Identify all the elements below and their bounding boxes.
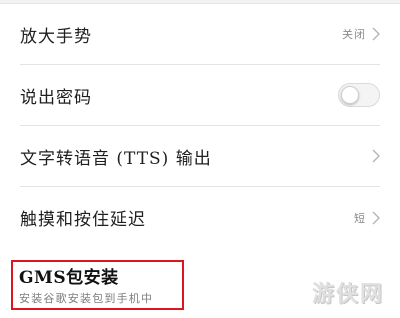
setting-right — [338, 83, 380, 107]
watermark-text: 游侠网 — [311, 281, 384, 307]
setting-row-touch-hold-delay[interactable]: 触摸和按住延迟 短 — [20, 187, 380, 248]
setting-label: 放大手势 — [20, 26, 92, 47]
setting-row-magnify-gesture[interactable]: 放大手势 关闭 — [20, 4, 380, 65]
setting-value: 短 — [354, 211, 366, 225]
setting-label: 触摸和按住延迟 — [20, 210, 146, 230]
setting-row-gms-install[interactable]: GMS包安装 安装谷歌安装包到手机中 游侠网 — [0, 250, 400, 318]
watermark: 游侠网 — [312, 276, 384, 308]
chevron-right-icon — [372, 149, 380, 163]
setting-label: 说出密码 — [20, 87, 92, 108]
toggle-knob — [341, 86, 359, 104]
speak-passwords-toggle[interactable] — [338, 83, 380, 107]
setting-value: 关闭 — [342, 28, 366, 41]
chevron-right-icon — [372, 27, 380, 41]
chevron-right-icon — [372, 211, 380, 224]
setting-right: 关闭 — [342, 26, 380, 42]
gms-title: GMS包安装 — [19, 268, 119, 288]
setting-right: 短 — [354, 210, 380, 226]
setting-right — [372, 149, 380, 163]
setting-row-tts-output[interactable]: 文字转语音 (TTS) 输出 — [20, 126, 380, 187]
settings-list: 放大手势 关闭 说出密码 文字转语音 (TTS) 输出 触摸和按住延迟 短 — [0, 4, 400, 248]
setting-row-speak-passwords: 说出密码 — [20, 65, 380, 126]
gms-subtitle: 安装谷歌安装包到手机中 — [19, 292, 154, 305]
setting-label: 文字转语音 (TTS) 输出 — [20, 148, 212, 169]
